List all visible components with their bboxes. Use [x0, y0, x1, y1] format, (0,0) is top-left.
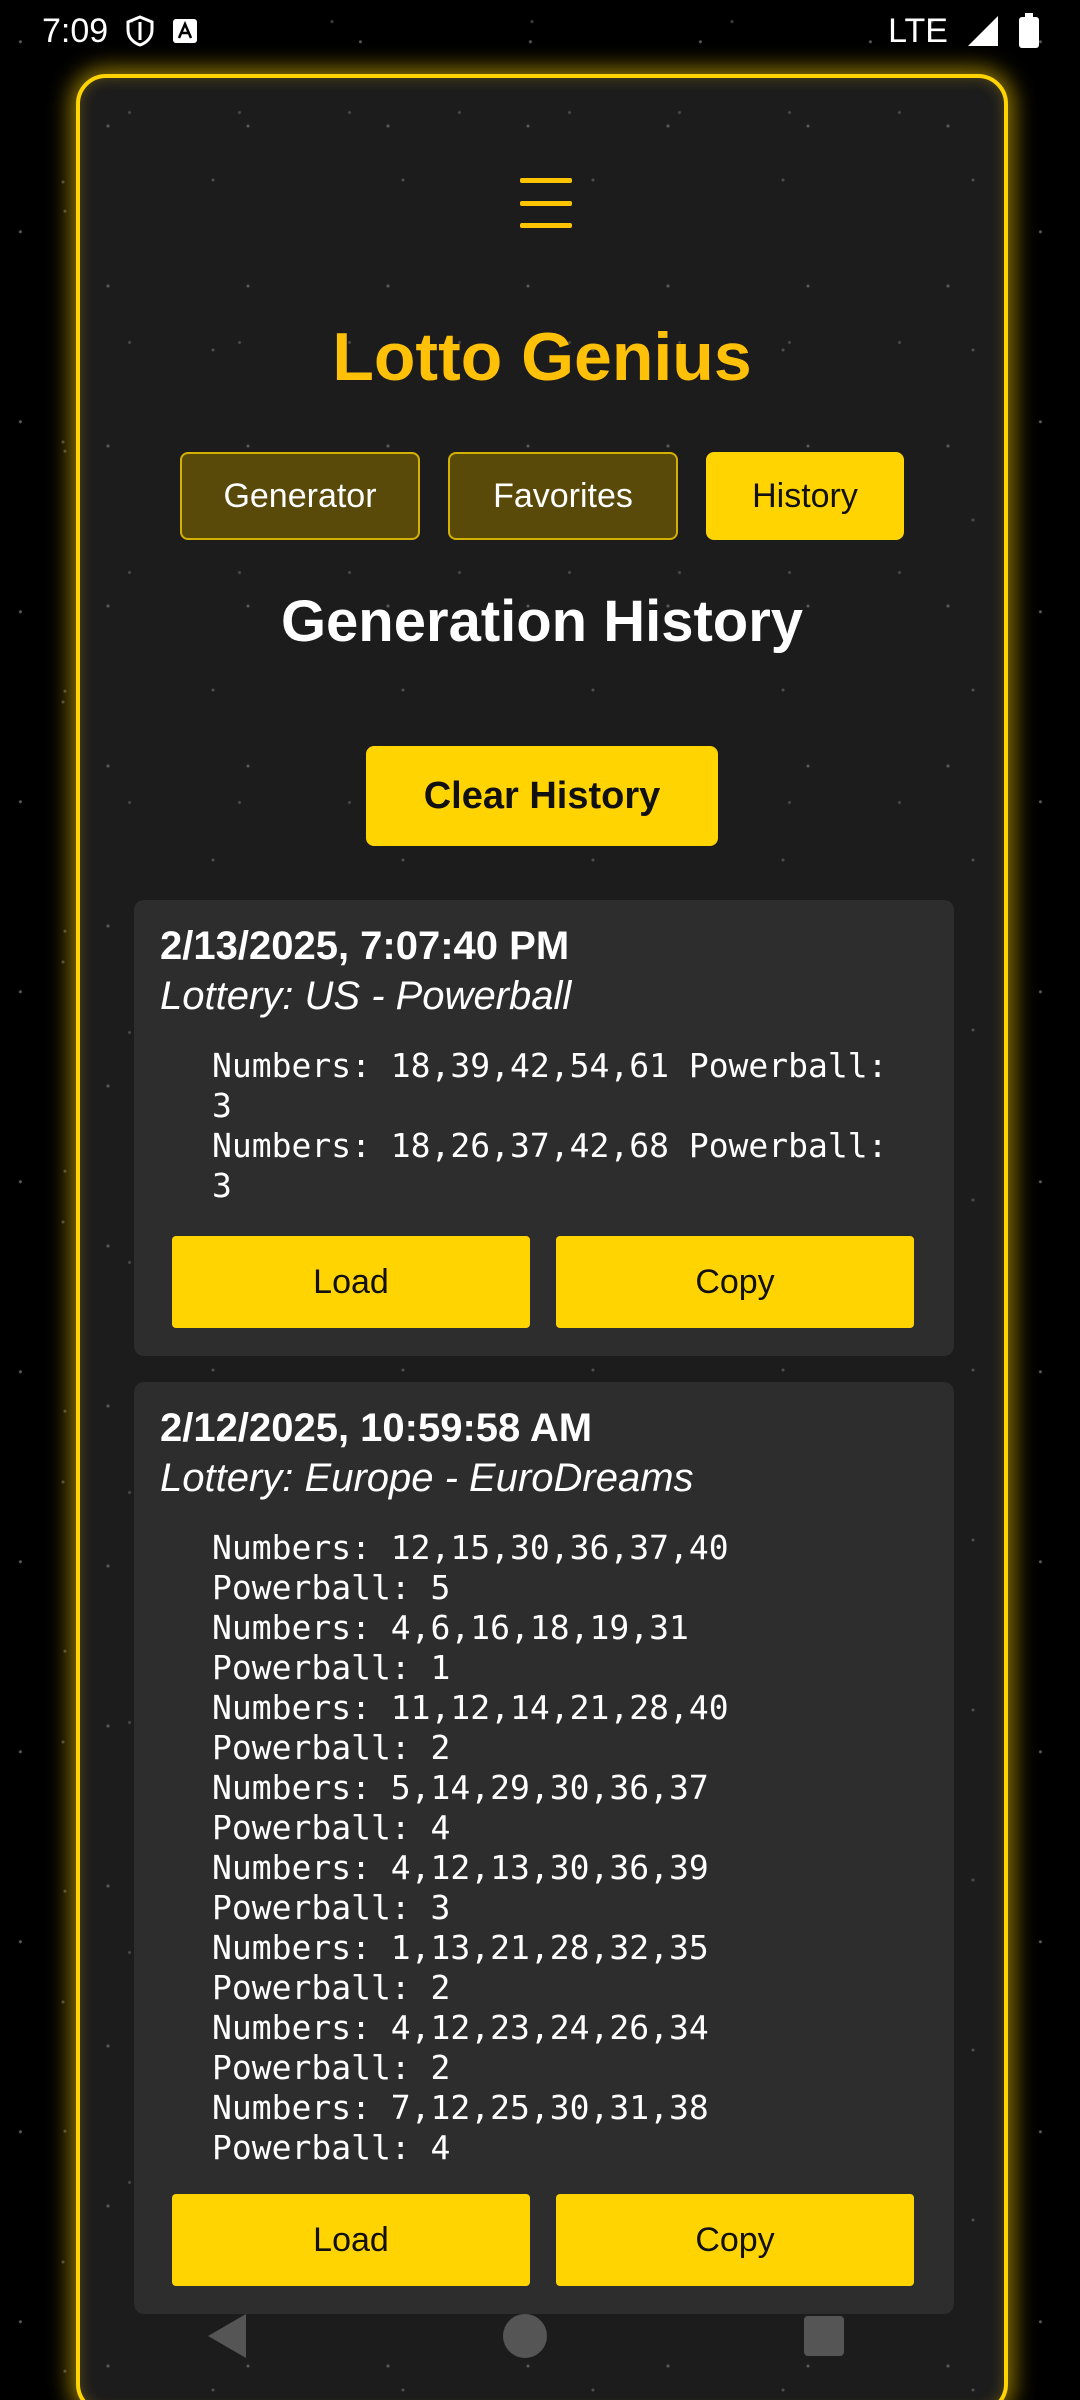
status-time: 7:09	[42, 11, 109, 50]
recents-icon[interactable]	[804, 2316, 844, 2356]
tab-favorites[interactable]: Favorites	[448, 452, 678, 540]
hamburger-menu-icon[interactable]	[520, 178, 572, 228]
network-type: LTE	[888, 11, 948, 50]
tab-bar: Generator Favorites History	[80, 452, 1004, 540]
shield-icon	[126, 15, 154, 47]
navigation-bar	[0, 2300, 1080, 2372]
history-date: 2/13/2025, 7:07:40 PM	[160, 924, 570, 968]
load-button[interactable]: Load	[172, 1236, 530, 1328]
section-title: Generation History	[280, 589, 804, 654]
home-icon[interactable]	[503, 2314, 547, 2358]
signal-icon	[966, 14, 1000, 48]
app-frame: Lotto Genius Generator Favorites History…	[76, 74, 1008, 2400]
battery-icon	[1018, 13, 1040, 49]
back-icon[interactable]	[208, 2314, 246, 2358]
app-title: Lotto Genius	[332, 319, 752, 395]
history-lottery: Lottery: Europe - EuroDreams	[160, 1456, 694, 1500]
history-lottery: Lottery: US - Powerball	[160, 974, 572, 1018]
history-numbers: Numbers: 12,15,30,36,37,40 Powerball: 5 …	[212, 1528, 729, 2167]
clear-history-button[interactable]: Clear History	[366, 746, 718, 846]
status-left: 7:09	[42, 12, 198, 51]
tab-generator[interactable]: Generator	[180, 452, 420, 540]
copy-button[interactable]: Copy	[556, 2194, 914, 2286]
tab-history[interactable]: History	[706, 452, 904, 540]
history-date: 2/12/2025, 10:59:58 AM	[160, 1406, 593, 1450]
copy-button[interactable]: Copy	[556, 1236, 914, 1328]
history-card: 2/13/2025, 7:07:40 PM Lottery: US - Powe…	[134, 900, 954, 1356]
history-card: 2/12/2025, 10:59:58 AM Lottery: Europe -…	[134, 1382, 954, 2314]
a-icon	[172, 18, 198, 44]
history-numbers: Numbers: 18,39,42,54,61 Powerball: 3 Num…	[212, 1046, 888, 1205]
status-bar: 7:09 LTE	[0, 0, 1080, 62]
load-button[interactable]: Load	[172, 2194, 530, 2286]
status-right: LTE	[888, 12, 1040, 51]
